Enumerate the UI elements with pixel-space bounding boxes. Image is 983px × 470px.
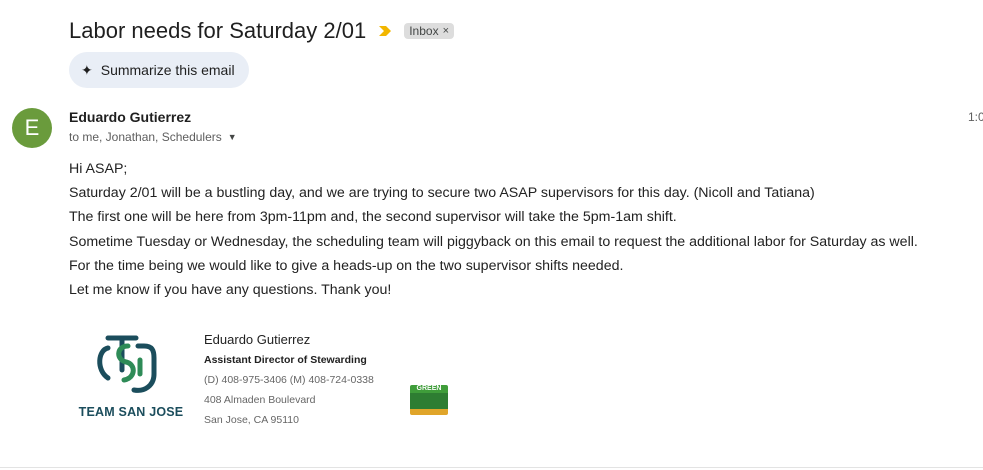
sender-avatar[interactable]: E xyxy=(12,108,52,148)
badge-ribbon xyxy=(410,409,448,415)
body-line: Saturday 2/01 will be a bustling day, an… xyxy=(69,185,815,202)
team-san-jose-logo-mark xyxy=(97,335,157,393)
remove-label-icon[interactable]: × xyxy=(443,25,449,37)
summarize-label: Summarize this email xyxy=(100,62,235,78)
logo-wordmark: TEAM SAN JOSE xyxy=(78,405,184,419)
team-san-jose-logo: TEAM SAN JOSE xyxy=(78,330,184,425)
body-line: Sometime Tuesday or Wednesday, the sched… xyxy=(69,233,918,250)
subject-row: Labor needs for Saturday 2/01 Inbox × xyxy=(69,15,455,47)
importance-marker-icon[interactable] xyxy=(378,24,392,38)
body-line: Let me know if you have any questions. T… xyxy=(69,282,392,299)
badge-label: GREEN xyxy=(410,385,448,393)
signature-title: Assistant Director of Stewarding xyxy=(204,354,367,366)
signature-address-line1: 408 Almaden Boulevard xyxy=(204,394,316,406)
green-business-badge: GREEN xyxy=(410,385,448,418)
email-timestamp: 1:0 xyxy=(968,110,983,124)
inbox-label-chip[interactable]: Inbox × xyxy=(404,23,455,39)
sparkle-icon: ✦ xyxy=(81,61,93,78)
body-line: For the time being we would like to give… xyxy=(69,257,624,274)
recipients-toggle[interactable]: to me, Jonathan, Schedulers ▼ xyxy=(69,130,237,144)
caret-down-icon: ▼ xyxy=(227,132,237,142)
body-line: Hi ASAP; xyxy=(69,161,128,177)
signature-address-line2: San Jose, CA 95110 xyxy=(204,414,299,426)
signature-name: Eduardo Gutierrez xyxy=(204,332,311,347)
body-line: The first one will be here from 3pm-11pm… xyxy=(69,209,677,226)
badge-body xyxy=(410,393,448,409)
sender-name[interactable]: Eduardo Gutierrez xyxy=(69,109,191,125)
email-subject: Labor needs for Saturday 2/01 xyxy=(69,18,367,43)
summarize-email-button[interactable]: ✦ Summarize this email xyxy=(69,52,249,88)
signature-phones: (D) 408-975-3406 (M) 408-724-0338 xyxy=(204,374,374,386)
divider xyxy=(0,467,983,468)
recipients-text: to me, Jonathan, Schedulers xyxy=(69,130,222,144)
inbox-label-text: Inbox xyxy=(409,24,439,38)
email-body: Hi ASAP; Saturday 2/01 will be a bustlin… xyxy=(69,157,979,302)
signature-block: Eduardo Gutierrez Assistant Director of … xyxy=(204,331,374,430)
